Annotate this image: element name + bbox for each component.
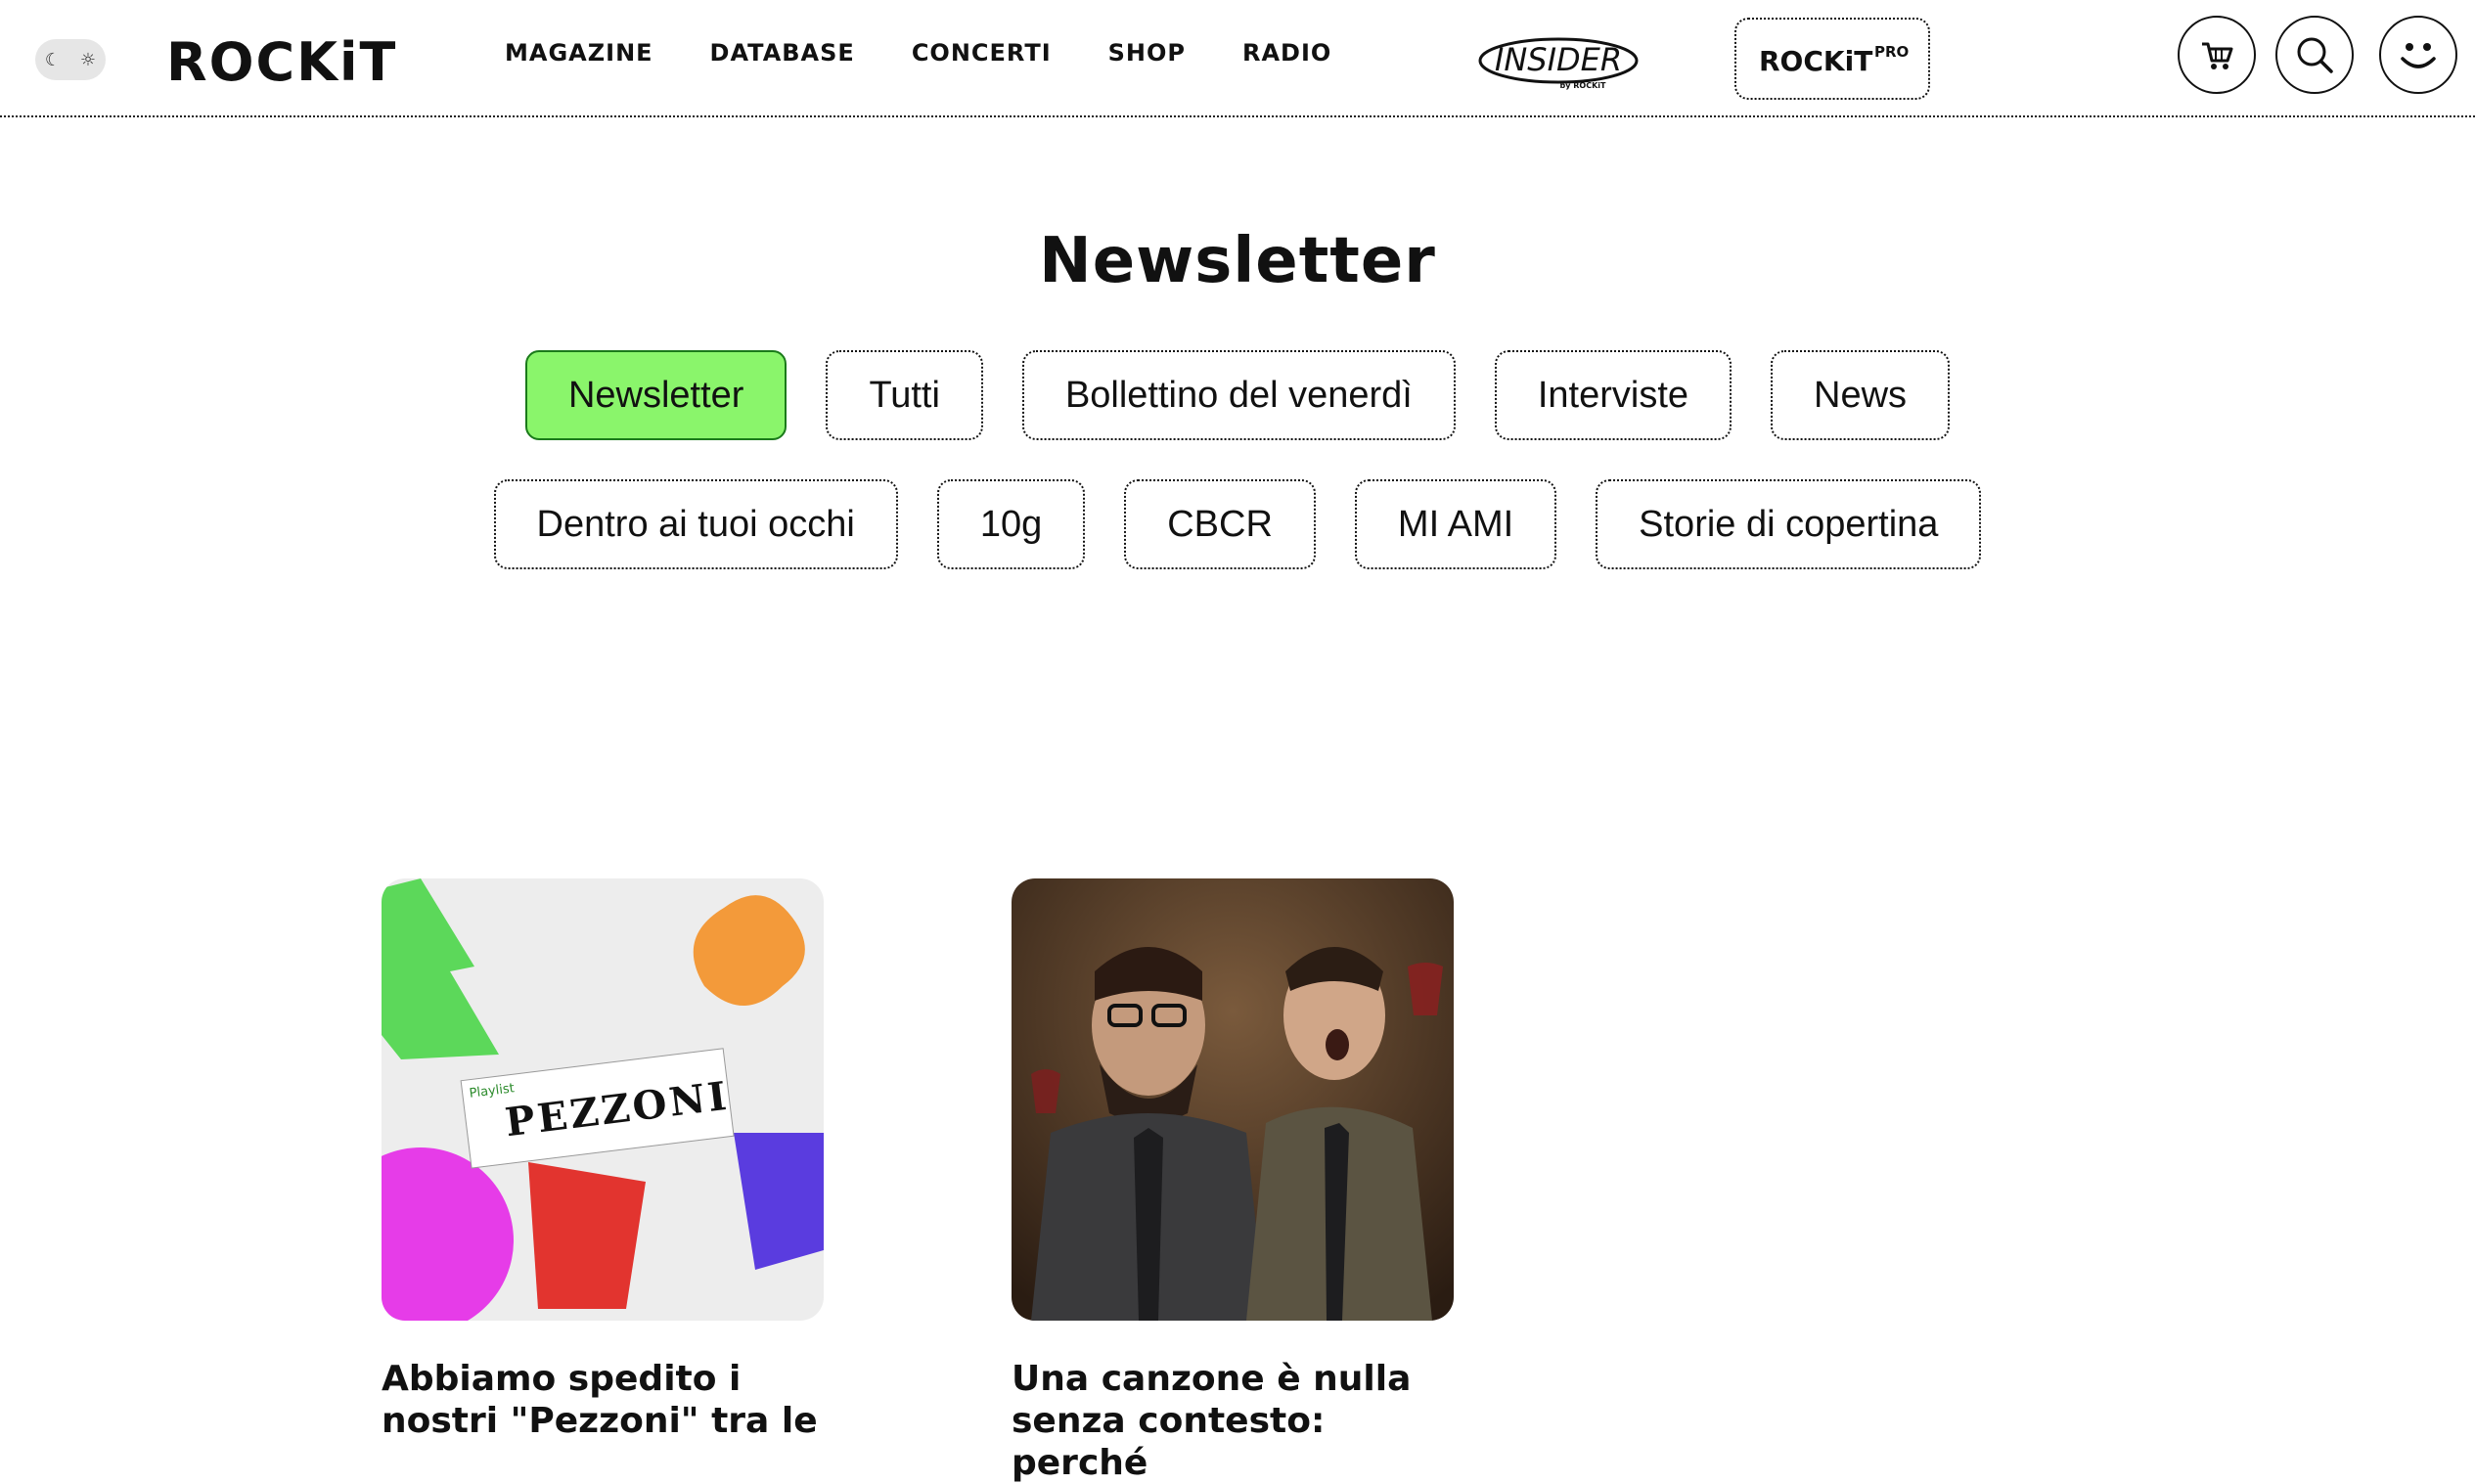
- insider-link[interactable]: INSIDER by ROCKiT: [1475, 29, 1642, 92]
- svg-text:PRO: PRO: [1874, 43, 1909, 61]
- site-logo[interactable]: ROCKiT: [166, 20, 401, 94]
- cart-icon: [2202, 42, 2233, 69]
- filter-interviste[interactable]: Interviste: [1494, 350, 1732, 440]
- filter-tutti[interactable]: Tutti: [826, 350, 983, 440]
- smiley-icon: [2401, 43, 2436, 68]
- article-image-photo[interactable]: [1012, 878, 1454, 1321]
- filter-10g[interactable]: 10g: [936, 479, 1086, 569]
- filter-mi-ami[interactable]: MI AMI: [1354, 479, 1557, 569]
- svg-text:ROCKiT: ROCKiT: [166, 31, 397, 93]
- nav-radio[interactable]: RADIO: [1242, 39, 1331, 67]
- article-title[interactable]: Abbiamo spedito i nostri "Pezzoni" tra l…: [382, 1358, 824, 1442]
- nav-shop[interactable]: SHOP: [1108, 39, 1186, 67]
- search-icon: [2297, 37, 2333, 73]
- filter-news[interactable]: News: [1771, 350, 1951, 440]
- account-button[interactable]: [2379, 16, 2457, 94]
- svg-text:ROCKiT: ROCKiT: [1759, 45, 1872, 77]
- filter-row-1: Newsletter Tutti Bollettino del venerdì …: [0, 350, 2475, 440]
- article-title-line: nostri "Pezzoni" tra le: [382, 1401, 818, 1441]
- page-title: Newsletter: [1039, 225, 1436, 297]
- filter-cbcr[interactable]: CBCR: [1124, 479, 1316, 569]
- svg-text:by ROCKiT: by ROCKiT: [1560, 81, 1607, 90]
- main-nav: MAGAZINE DATABASE CONCERTI SHOP RADIO: [505, 39, 1331, 67]
- rockit-logo: ROCKiT: [166, 31, 397, 93]
- cart-button[interactable]: [2178, 16, 2256, 94]
- nav-magazine[interactable]: MAGAZINE: [505, 39, 653, 67]
- search-button[interactable]: [2275, 16, 2354, 94]
- theme-toggle[interactable]: ☾ ☼: [35, 39, 106, 80]
- moon-icon: ☾: [44, 49, 62, 70]
- nav-concerti[interactable]: CONCERTI: [912, 39, 1052, 67]
- article-title[interactable]: Una canzone è nulla senza contesto: perc…: [1012, 1358, 1454, 1484]
- article-image-pezzoni[interactable]: PEZZONI Playlist: [382, 878, 824, 1321]
- sun-icon: ☼: [79, 49, 97, 70]
- rockit-pro-logo: ROCKiT PRO: [1759, 43, 1909, 77]
- article-card[interactable]: PEZZONI Playlist Abbiamo spedito i nostr…: [382, 878, 824, 1442]
- article-title-line: Abbiamo spedito i: [382, 1359, 742, 1399]
- filter-bollettino[interactable]: Bollettino del venerdì: [1021, 350, 1456, 440]
- filter-newsletter[interactable]: Newsletter: [524, 350, 788, 440]
- filter-dentro-ai-tuoi-occhi[interactable]: Dentro ai tuoi occhi: [493, 479, 898, 569]
- site-header: ☾ ☼ ROCKiT MAGAZINE DATABASE CONCERTI SH…: [0, 0, 2475, 117]
- rockit-pro-link[interactable]: ROCKiT PRO: [1734, 18, 1930, 100]
- filter-storie-di-copertina[interactable]: Storie di copertina: [1596, 479, 1982, 569]
- filter-row-2: Dentro ai tuoi occhi 10g CBCR MI AMI Sto…: [0, 479, 2475, 569]
- article-title-line: senza contesto: perché: [1012, 1401, 1326, 1483]
- nav-database[interactable]: DATABASE: [710, 39, 855, 67]
- article-card[interactable]: Una canzone è nulla senza contesto: perc…: [1012, 878, 1454, 1484]
- insider-logo: INSIDER by ROCKiT: [1478, 37, 1639, 90]
- article-title-line: Una canzone è nulla: [1012, 1359, 1412, 1399]
- svg-text:INSIDER: INSIDER: [1495, 41, 1622, 78]
